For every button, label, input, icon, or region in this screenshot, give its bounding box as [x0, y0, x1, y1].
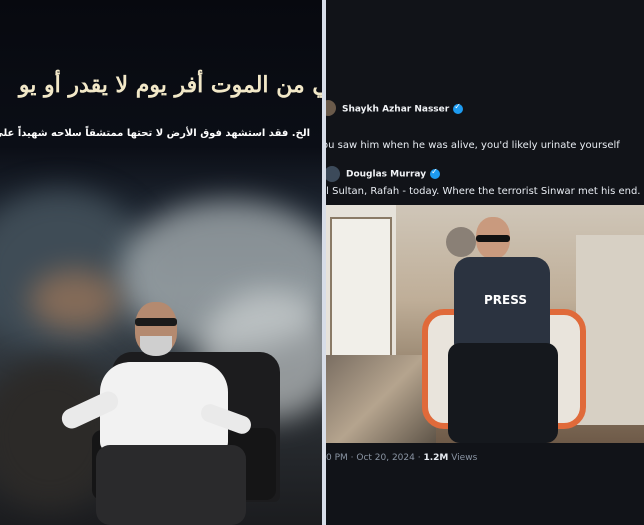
fire-glow	[30, 270, 120, 330]
beard	[140, 336, 172, 356]
author-name[interactable]: Douglas Murray	[346, 170, 426, 180]
window-frame	[330, 217, 392, 361]
damaged-doorway	[576, 235, 644, 425]
left-poster-image: يومي من الموت أفر يوم لا يقدر أو يو الخ.…	[0, 0, 324, 525]
wall-hole	[446, 227, 476, 257]
author-name[interactable]: Shaykh Azhar Nasser	[342, 105, 449, 115]
poster-arabic-subtitle: الخ. فقد استشهد فوق الأرض لا تحتها ممتشق…	[0, 128, 310, 139]
verified-badge-icon	[453, 102, 464, 114]
views-label: Views	[448, 453, 478, 463]
trousers	[448, 343, 558, 443]
avatar[interactable]	[326, 166, 340, 182]
post-text: el Sultan, Rafah - today. Where the terr…	[326, 186, 641, 197]
views-count: 1.2M	[423, 453, 449, 463]
trousers	[96, 445, 246, 525]
post-author-top[interactable]: Shaykh Azhar Nasser	[342, 102, 464, 115]
verified-badge-icon	[430, 167, 441, 179]
post-photo[interactable]: PRESS	[326, 205, 644, 443]
post-timestamp[interactable]: 0 PM · Oct 20, 2024 ·	[326, 453, 423, 463]
rubble	[326, 355, 436, 443]
post-meta: 0 PM · Oct 20, 2024 · 1.2M Views	[326, 453, 477, 463]
vest-label: PRESS	[484, 293, 527, 307]
sunglasses	[135, 318, 177, 326]
top-post-text: ou saw him when he was alive, you'd like…	[326, 140, 620, 151]
right-post-screenshot: Shaykh Azhar Nasser ou saw him when he w…	[326, 0, 644, 525]
sunglasses	[476, 235, 510, 242]
post-author[interactable]: Douglas Murray	[346, 167, 441, 180]
poster-arabic-title: يومي من الموت أفر يوم لا يقدر أو يو	[18, 72, 324, 98]
avatar[interactable]	[326, 100, 336, 116]
